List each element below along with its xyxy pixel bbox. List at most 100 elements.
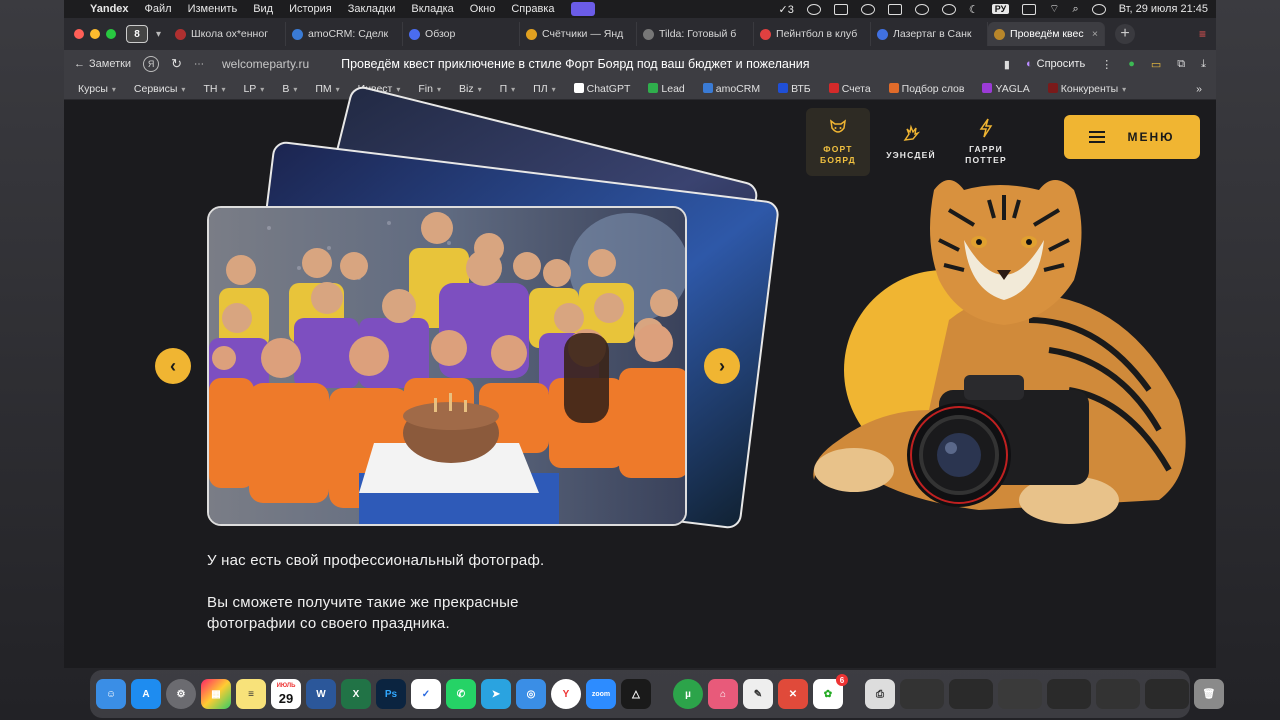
launchpad-icon[interactable]: ▦	[201, 679, 231, 709]
vpn-app-icon[interactable]: △	[621, 679, 651, 709]
ask-button[interactable]: ◐ Спросить	[1026, 58, 1085, 70]
bookmark-item[interactable]: Biz ▾	[459, 83, 482, 95]
crop-icon[interactable]	[887, 3, 902, 15]
site-info-icon[interactable]: ⋯	[194, 59, 204, 70]
bookmark-item[interactable]: Сервисы ▾	[134, 83, 186, 95]
downloads-icon[interactable]: ⤓	[1201, 58, 1206, 71]
tab-count[interactable]: 8	[126, 25, 148, 43]
finder-icon[interactable]: ☺	[96, 679, 126, 709]
word-icon[interactable]: W	[306, 679, 336, 709]
menu-help[interactable]: Справка	[511, 3, 554, 15]
window-thumbnail[interactable]	[1096, 679, 1140, 709]
sync-icon[interactable]	[806, 3, 821, 15]
search-icon[interactable]: ⌕	[1073, 3, 1079, 16]
zoom-window-icon[interactable]	[106, 29, 116, 39]
excel-icon[interactable]: X	[341, 679, 371, 709]
close-tab-icon[interactable]: ×	[1092, 28, 1098, 40]
next-slide-button[interactable]: ›	[704, 348, 740, 384]
window-thumbnail[interactable]	[1047, 679, 1091, 709]
bookmarks-more-icon[interactable]: »	[1196, 83, 1202, 95]
menu-bookmarks[interactable]: Закладки	[348, 3, 396, 15]
party-photo[interactable]	[207, 206, 687, 526]
browser-tab[interactable]: Tilda: Готовый б	[637, 22, 755, 46]
check-status-icon[interactable]: ✓3	[778, 3, 793, 16]
utorrent-icon[interactable]: µ	[673, 679, 703, 709]
window-thumbnail[interactable]	[900, 679, 944, 709]
notes-icon[interactable]: ≡	[236, 679, 266, 709]
page-title[interactable]: Проведём квест приключение в стиле Форт …	[341, 57, 809, 71]
bookmark-item[interactable]: ПМ ▾	[315, 83, 339, 95]
bookmark-item[interactable]: Lead	[648, 82, 685, 95]
url-text[interactable]: welcomeparty.ru	[222, 57, 309, 71]
menu-window[interactable]: Окно	[470, 3, 496, 15]
browser-tab[interactable]: amoCRM: Сделк	[286, 22, 404, 46]
prev-slide-button[interactable]: ‹	[155, 348, 191, 384]
nav-wednesday[interactable]: УЭНСДЕЙ	[879, 108, 943, 176]
minimize-window-icon[interactable]	[90, 29, 100, 39]
menu-tab[interactable]: Вкладка	[411, 3, 453, 15]
menu-file[interactable]: Файл	[145, 3, 172, 15]
yandex-browser-icon[interactable]: Y	[551, 679, 581, 709]
bookmark-item[interactable]: В ▾	[282, 83, 297, 95]
browser-tab[interactable]: Лазертаг в Санк	[871, 22, 989, 46]
bookmark-item[interactable]: LP ▾	[243, 83, 264, 95]
more-icon[interactable]: ⋮	[1101, 58, 1112, 71]
menu-edit[interactable]: Изменить	[188, 3, 238, 15]
bookmark-item[interactable]: П ▾	[500, 83, 516, 95]
extension-icon[interactable]: ●	[1128, 58, 1135, 70]
app-store-icon[interactable]: A	[131, 679, 161, 709]
window-thumbnail[interactable]	[949, 679, 993, 709]
menu-history[interactable]: История	[289, 3, 332, 15]
nav-fort-boyard[interactable]: ФОРТ БОЯРД	[806, 108, 870, 176]
yandex-icon[interactable]: Я	[143, 56, 160, 72]
reload-icon[interactable]: ↻	[171, 56, 182, 72]
chevron-down-icon[interactable]: ▾	[156, 29, 161, 40]
control-center-icon[interactable]	[1091, 3, 1106, 15]
bookmark-item[interactable]: ВТБ	[778, 82, 811, 95]
bookmark-icon[interactable]: ▮	[1004, 58, 1010, 71]
moon-icon[interactable]: ☾	[969, 3, 979, 16]
safari-icon[interactable]: ◎	[516, 679, 546, 709]
bookmark-item[interactable]: Конкуренты ▾	[1047, 82, 1126, 95]
menu-view[interactable]: Вид	[253, 3, 273, 15]
display-icon[interactable]	[833, 3, 848, 15]
nav-harry-potter[interactable]: ГАРРИ ПОТТЕР	[954, 108, 1018, 176]
tasks-icon[interactable]: ✓	[411, 679, 441, 709]
textedit-icon[interactable]: ✎	[743, 679, 773, 709]
close-window-icon[interactable]	[74, 29, 84, 39]
calendar-icon[interactable]: ИЮЛЬ 29	[271, 679, 301, 709]
tab-menu-icon[interactable]: ≡	[1199, 27, 1206, 41]
trash-icon[interactable]: 🗑	[1194, 679, 1224, 709]
printer-icon[interactable]: ⎙	[865, 679, 895, 709]
system-settings-icon[interactable]: ⚙	[166, 679, 196, 709]
photoshop-icon[interactable]: Ps	[376, 679, 406, 709]
back-button[interactable]: ← Заметки	[74, 58, 131, 70]
telegram-icon[interactable]: ➤	[481, 679, 511, 709]
bookmark-item[interactable]: Курсы ▾	[78, 83, 116, 95]
bookmark-item[interactable]: Подбор слов	[888, 82, 964, 95]
menu-button[interactable]: МЕНЮ	[1064, 115, 1200, 159]
datetime[interactable]: Вт, 29 июля 21:45	[1119, 3, 1208, 15]
browser-tab[interactable]: Пейнтбол в клуб	[754, 22, 872, 46]
cloud-icon[interactable]	[914, 3, 929, 15]
play-icon[interactable]	[941, 3, 956, 15]
browser-tab[interactable]: Школа ох*енног	[169, 22, 287, 46]
xmind-icon[interactable]: ✕	[778, 679, 808, 709]
screen-record-icon[interactable]	[570, 2, 595, 16]
battery-extension-icon[interactable]: ▭	[1151, 58, 1161, 71]
bookmark-item[interactable]: ChatGPT	[573, 82, 630, 95]
new-tab-icon[interactable]: +	[1115, 24, 1136, 44]
bookmark-item[interactable]: YAGLA	[982, 82, 1030, 95]
bookmark-item[interactable]: amoCRM	[702, 82, 760, 95]
window-thumbnail[interactable]	[1145, 679, 1189, 709]
bookmark-item[interactable]: ПЛ ▾	[533, 83, 555, 95]
bookmark-item[interactable]: ТН ▾	[203, 83, 225, 95]
zoom-icon[interactable]: zoom	[586, 679, 616, 709]
app-name[interactable]: Yandex	[90, 3, 129, 15]
collections-icon[interactable]: ⧉	[1177, 58, 1185, 71]
browser-tab[interactable]: Обзор	[403, 22, 521, 46]
bookmark-item[interactable]: Fin ▾	[418, 83, 441, 95]
bookmark-item[interactable]: Счета	[828, 82, 871, 95]
input-language[interactable]: РУ	[991, 4, 1010, 14]
vpn-icon[interactable]	[860, 3, 875, 15]
